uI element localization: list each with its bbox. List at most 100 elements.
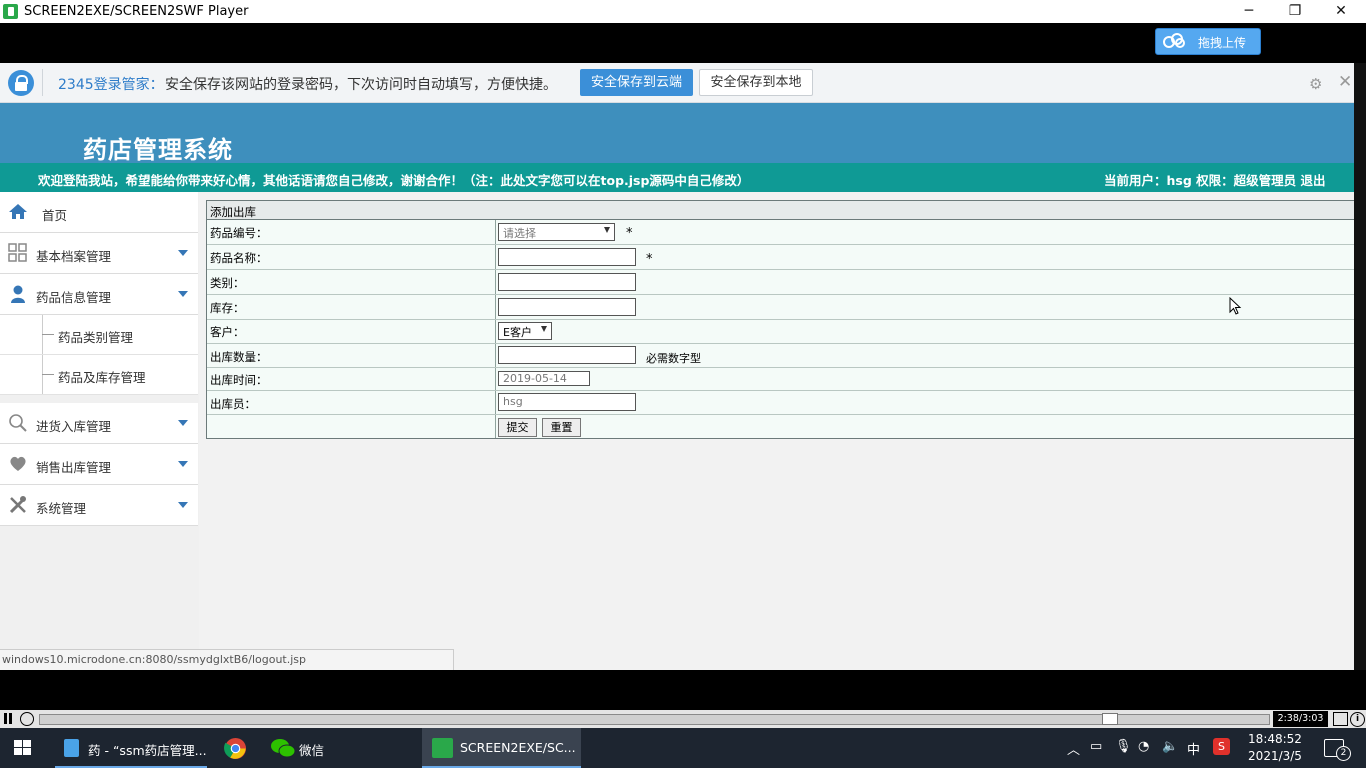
task-label: 微信 [299,743,325,758]
maximize-button[interactable]: ❐ [1272,0,1318,23]
volume-icon[interactable]: 🔈 [1162,739,1178,754]
drug-code-select[interactable]: 请选择 [498,223,615,241]
form-row: 出库数量： 必需数字型 [207,344,1354,368]
info-icon[interactable]: i [1350,712,1365,727]
clock-time: 18:48:52 [1248,732,1302,746]
wechat-icon [271,739,296,758]
sidebar-subitem-drug-stock[interactable]: 药品及库存管理 [0,355,198,395]
ime-indicator[interactable]: 中 [1187,739,1200,758]
seek-bar[interactable] [39,714,1270,725]
browser-icon [64,739,79,757]
select-value: 请选择 [503,227,536,240]
required-mark: * [626,226,633,241]
notification-icon[interactable]: 2 [1324,739,1351,761]
tree-line [42,334,54,335]
taskbar-item-screen2exe[interactable]: SCREEN2EXE/SC... [422,728,581,768]
mute-icon[interactable] [20,712,34,726]
main-content: 添加出库 药品编号： 请选择 * 药品名称： * 类别： 库存： 客户： E客户… [199,192,1354,670]
seek-thumb[interactable] [1102,713,1118,725]
gear-icon[interactable]: ⚙ [1309,75,1322,93]
category-input[interactable] [498,273,636,291]
sidebar-item-home[interactable]: 首页 [0,192,198,233]
chevron-down-icon [178,502,188,508]
sidebar-item-sales-out[interactable]: 销售出库管理 [0,444,198,485]
quantity-hint: 必需数字型 [646,352,701,365]
sidebar-item-label: 销售出库管理 [36,460,112,475]
sidebar-item-purchase-in[interactable]: 进货入库管理 [0,403,198,444]
required-mark: * [646,252,653,267]
sidebar-item-label: 基本档案管理 [36,249,112,264]
sogou-icon[interactable]: S [1213,738,1230,755]
welcome-bar: 欢迎登陆我站，希望能给你带来好心情，其他话语请您自己修改，谢谢合作！（注：此处文… [0,163,1354,192]
form-caption: 添加出库 [207,201,1354,220]
close-icon[interactable]: ✕ [1338,72,1352,92]
chrome-icon [224,737,247,760]
lock-icon [8,70,34,96]
sidebar-item-drug-info[interactable]: 药品信息管理 [0,274,198,315]
input-value: 2019-05-14 [503,372,567,385]
upload-button[interactable]: 拖拽上传 [1155,28,1261,55]
field-label: 出库数量： [210,350,268,364]
sidebar-item-label: 药品类别管理 [58,330,134,345]
wifi-icon[interactable]: ◔ [1138,739,1149,754]
form-row: 库存： [207,295,1354,320]
sidebar-item-system[interactable]: 系统管理 [0,485,198,526]
sidebar-item-basic-archive[interactable]: 基本档案管理 [0,233,198,274]
site-title: 药店管理系统 [83,136,233,164]
taskbar-item-chrome[interactable] [214,728,258,768]
chevron-down-icon [178,250,188,256]
operator-input[interactable]: hsg [498,393,636,411]
dropdown-arrow-icon [541,326,547,332]
windows-start-icon[interactable] [14,740,32,756]
form-title: 添加出库 [210,205,256,219]
app-icon [3,4,18,19]
form-actions-row: 提交 重置 [207,415,1354,438]
clock[interactable]: 18:48:52 2021/3/5 [1244,731,1306,765]
field-label: 药品编号： [210,226,268,240]
dropdown-arrow-icon [604,227,610,233]
close-button[interactable]: ✕ [1318,0,1364,23]
player-controls: 2:38/3:03 i [0,710,1366,728]
form-row: 药品名称： * [207,245,1354,270]
task-label: 药 - “ssm药店管理... [88,743,207,758]
outbound-date-input[interactable]: 2019-05-14 [498,371,590,386]
reset-button[interactable]: 重置 [542,418,581,437]
submit-button[interactable]: 提交 [498,418,537,437]
window-titlebar: SCREEN2EXE/SCREEN2SWF Player ─ ❐ ✕ [0,0,1366,23]
microphone-icon[interactable]: 🎙 [1115,739,1132,754]
sidebar-subitem-drug-category[interactable]: 药品类别管理 [0,315,198,355]
chevron-up-icon[interactable]: ︿ [1067,739,1080,758]
welcome-text: 欢迎登陆我站，希望能给你带来好心情，其他话语请您自己修改，谢谢合作！（注：此处文… [38,173,750,188]
battery-icon[interactable]: ▭ [1090,739,1102,754]
stock-input[interactable] [498,298,636,316]
password-manager-brand: 2345登录管家： [58,77,164,93]
sidebar: 首页 基本档案管理 药品信息管理 药品类别管理 药品及库存管理 进货入库管理 销… [0,192,200,670]
taskbar-item-wechat[interactable]: 微信 [262,728,412,768]
quantity-input[interactable] [498,346,636,364]
chat-icon [9,414,27,432]
sidebar-item-label: 药品信息管理 [36,290,112,305]
form-row: 药品编号： 请选择 * [207,220,1354,245]
drug-name-input[interactable] [498,248,636,266]
site-header: 药店管理系统 [0,103,1354,164]
user-info[interactable]: 当前用户：hsg 权限：超级管理员 退出 [1104,170,1326,189]
save-to-cloud-button[interactable]: 安全保存到云端 [580,69,693,96]
field-label: 客户： [210,325,245,339]
minimize-button[interactable]: ─ [1226,0,1272,23]
save-to-local-button[interactable]: 安全保存到本地 [699,69,813,96]
notification-count: 2 [1336,746,1351,761]
password-manager-bar: 2345登录管家： 安全保存该网站的登录密码，下次访问时自动填写，方便快捷。 安… [0,63,1354,103]
taskbar-item-browser[interactable]: 药 - “ssm药店管理... [55,728,207,768]
pause-icon[interactable] [1,712,15,726]
playback-time: 2:38/3:03 [1273,711,1328,727]
chevron-down-icon [178,461,188,467]
taskbar: 药 - “ssm药店管理... 微信 SCREEN2EXE/SC... ︿ ▭ … [0,728,1366,768]
screen2exe-icon [432,738,453,758]
select-value: E客户 [503,326,532,339]
form-row: 类别： [207,270,1354,295]
customer-select[interactable]: E客户 [498,322,552,340]
status-url: windows10.microdone.cn:8080/ssmydglxtB6/… [2,653,306,666]
window-edge [1354,63,1366,670]
fullscreen-icon[interactable] [1333,712,1348,726]
password-manager-message: 安全保存该网站的登录密码，下次访问时自动填写，方便快捷。 [165,77,557,93]
